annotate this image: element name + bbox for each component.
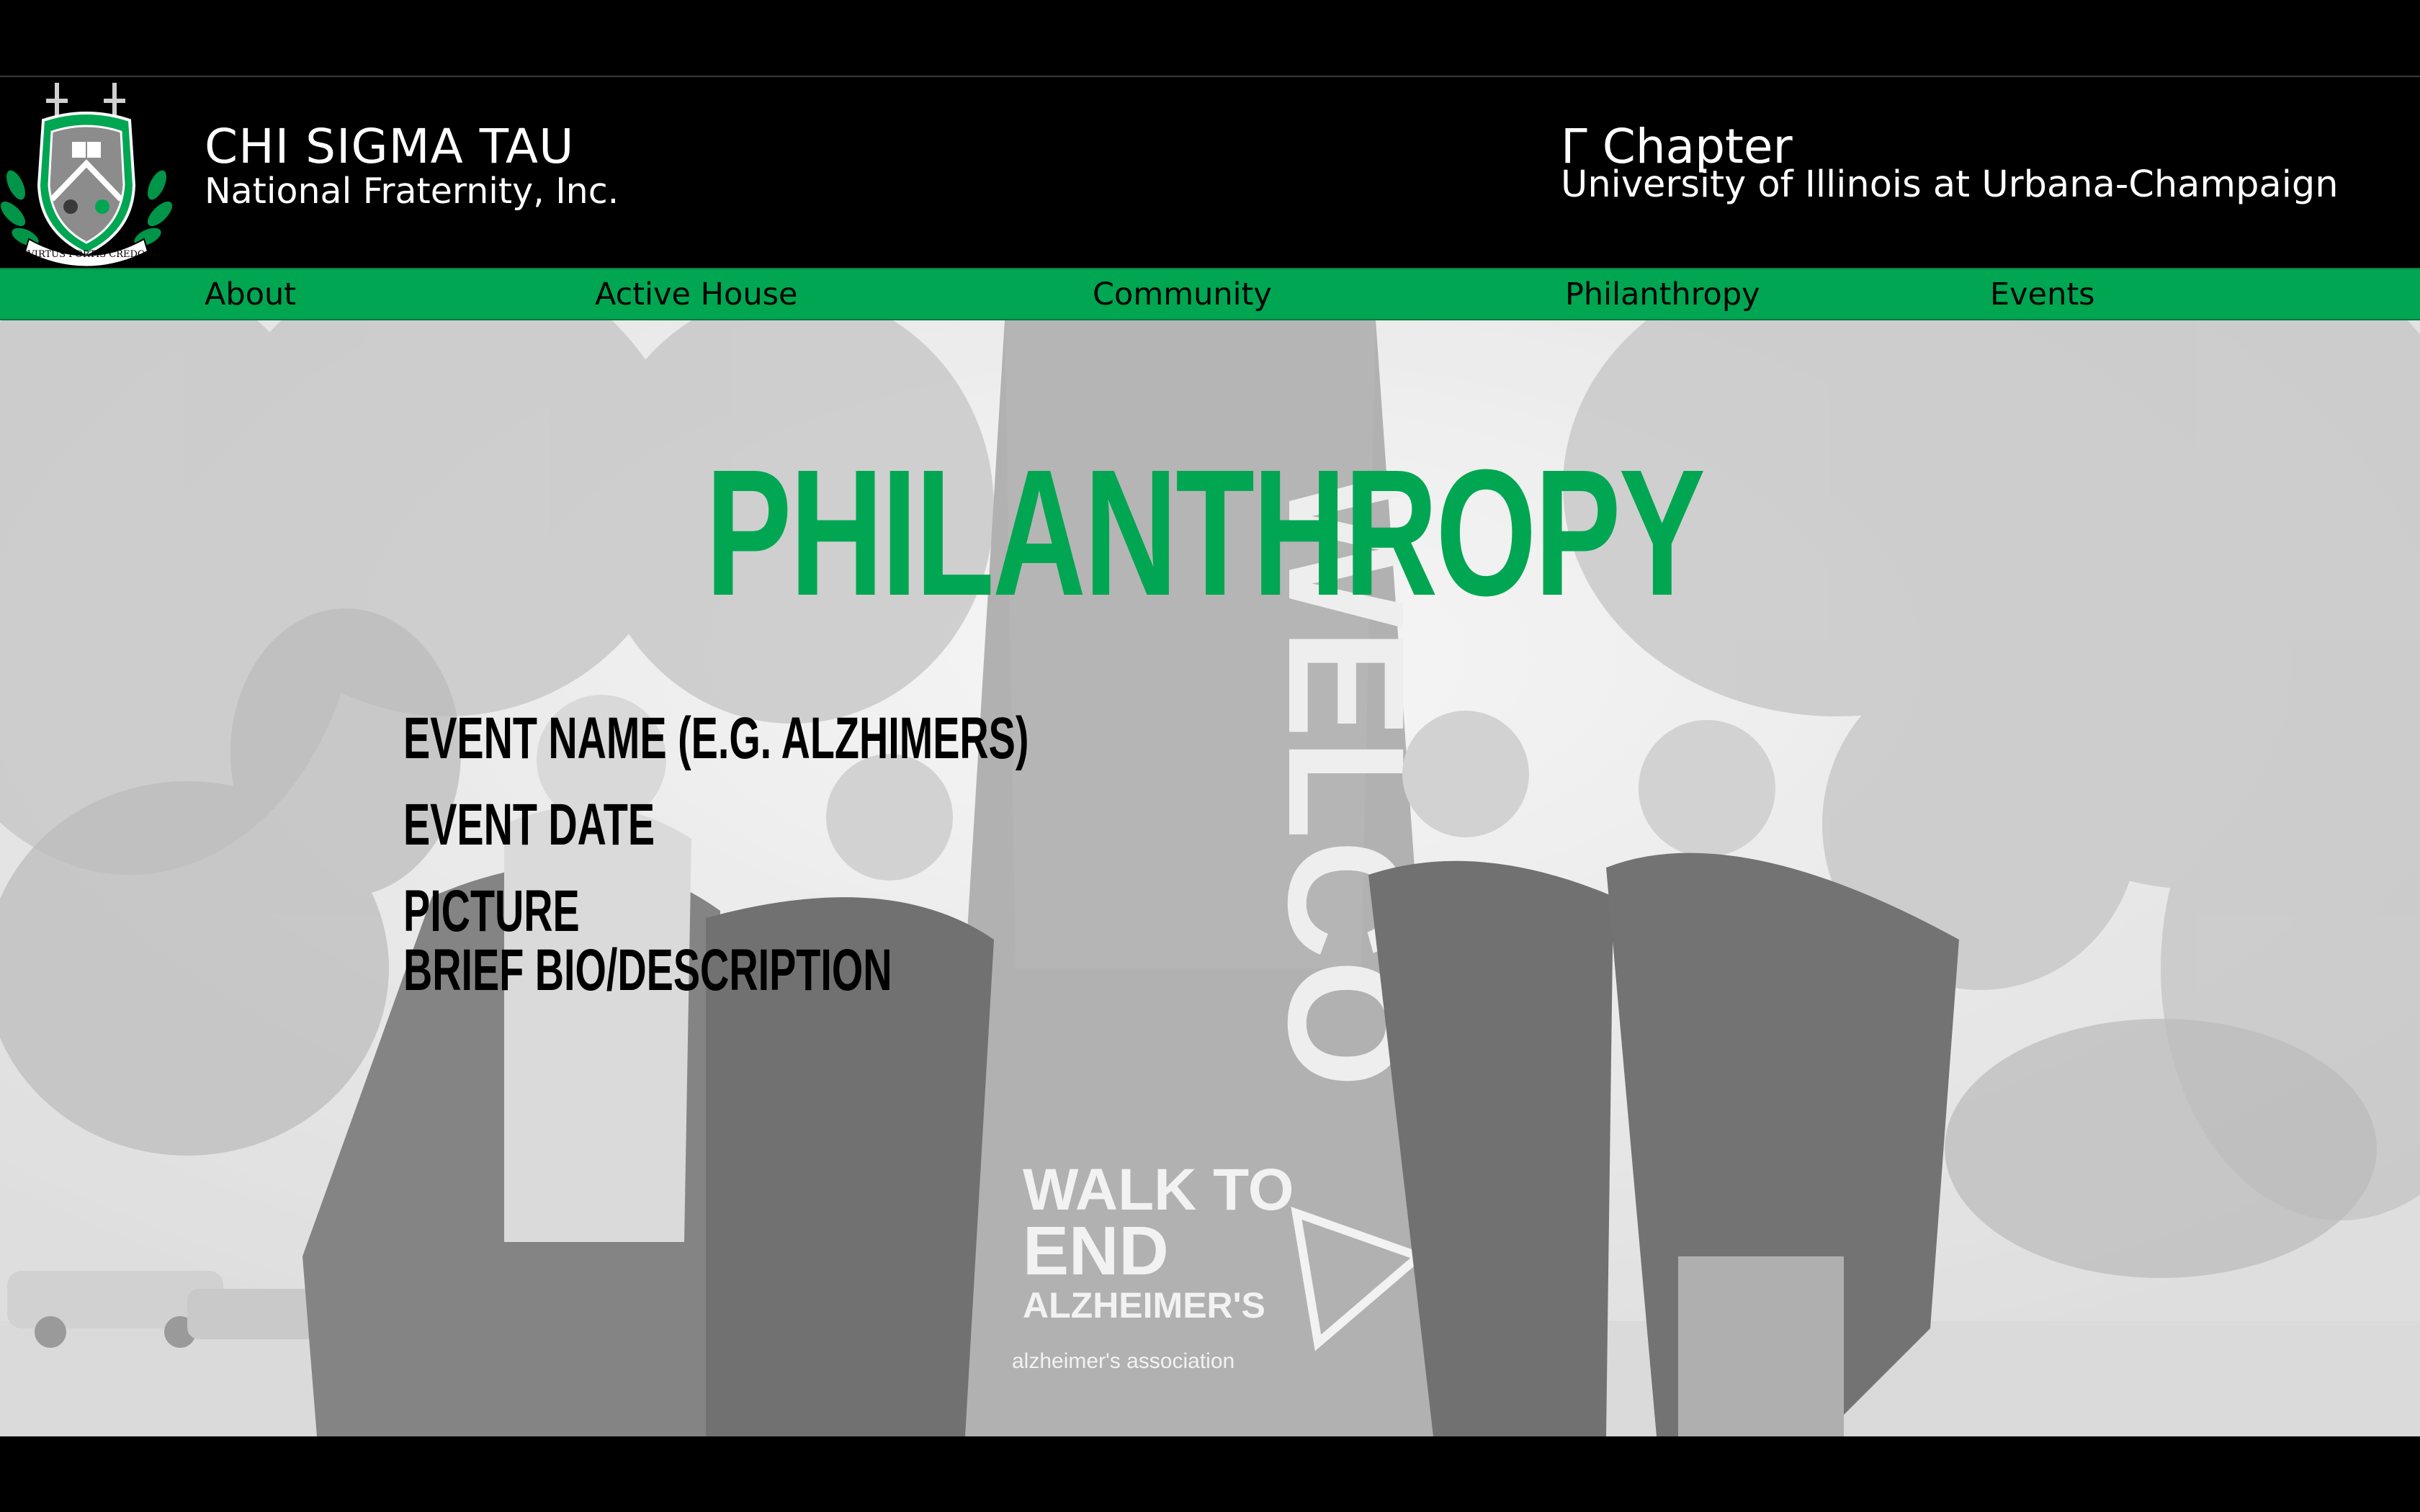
site-header: VIRTUS FORTIS CREDO CHI SIGMA TAU Nation… (0, 77, 2420, 268)
org-subtitle: National Fraternity, Inc. (205, 171, 619, 212)
nav-item-philanthropy[interactable]: Philanthropy (1565, 276, 1760, 312)
org-name[interactable]: CHI SIGMA TAU (205, 119, 574, 174)
event-description: BRIEF BIO/DESCRIPTION (403, 937, 892, 1003)
nav-item-community[interactable]: Community (1093, 276, 1272, 312)
event-date: EVENT DATE (403, 792, 655, 858)
fraternity-crest-logo[interactable]: VIRTUS FORTIS CREDO (0, 77, 173, 268)
bottom-letterbox-bar (0, 1436, 2420, 1512)
event-name: EVENT NAME (E.G. ALZHIMERS) (403, 706, 1029, 771)
university-name: University of Illinois at Urbana-Champai… (1561, 163, 2339, 206)
nav-item-active-house[interactable]: Active House (595, 276, 797, 312)
hero-section: WELCO WALK TO END ALZHEIMER'S alzheimer'… (0, 320, 2420, 1436)
event-picture-placeholder: PICTURE (403, 878, 580, 944)
crest-motto: VIRTUS FORTIS CREDO (27, 249, 145, 260)
top-letterbox-bar (0, 0, 2420, 77)
page-title: PHILANTHROPY (705, 432, 1705, 633)
nav-item-events[interactable]: Events (1990, 276, 2095, 312)
main-nav: About Active House Community Philanthrop… (0, 268, 2420, 320)
nav-item-about[interactable]: About (205, 276, 296, 312)
